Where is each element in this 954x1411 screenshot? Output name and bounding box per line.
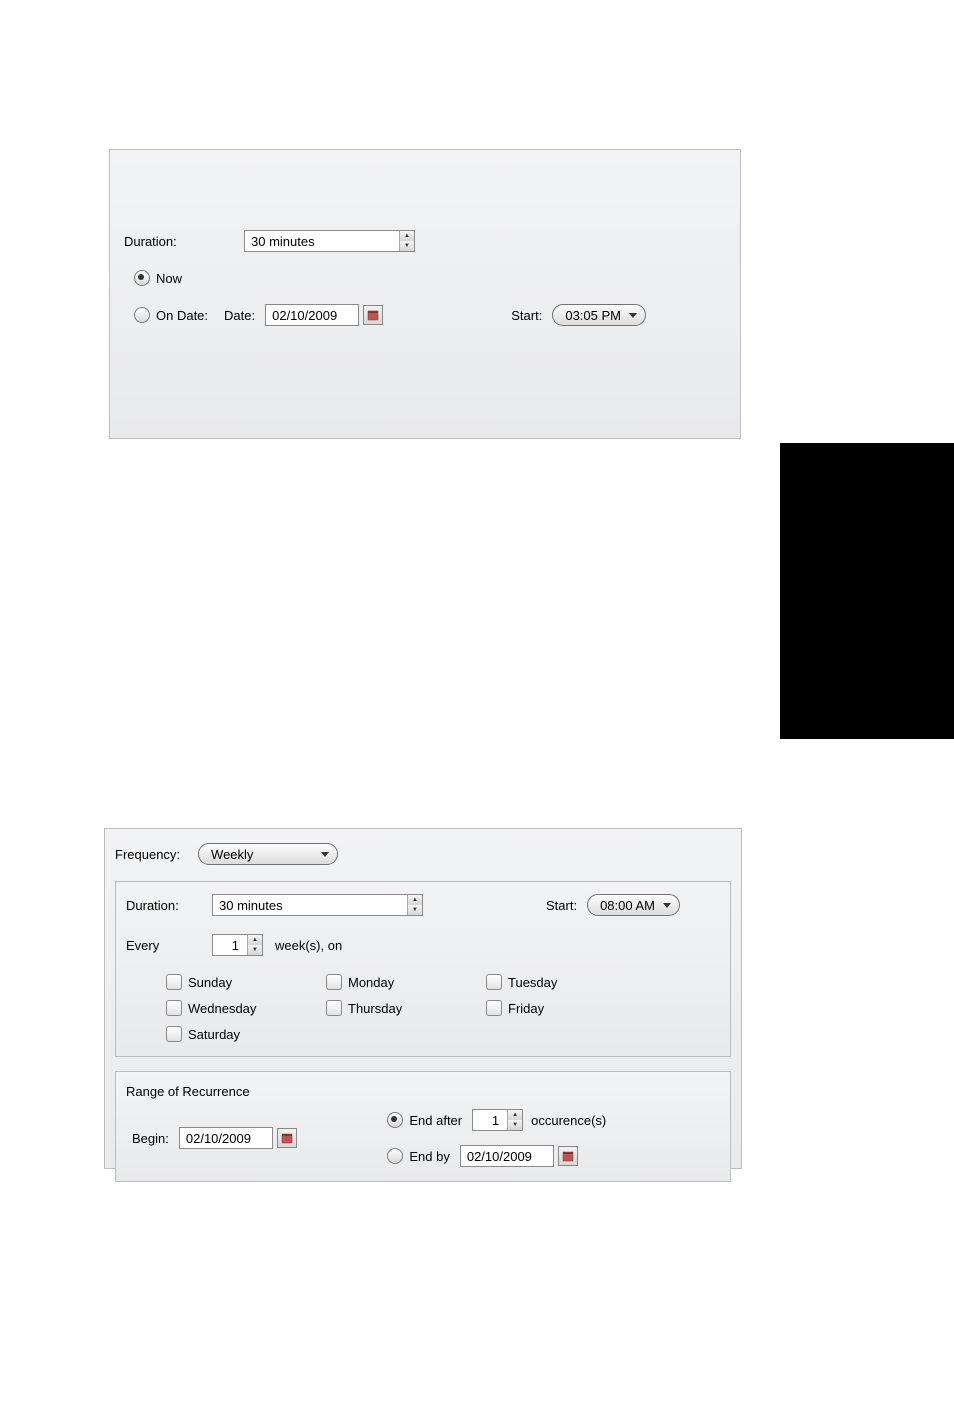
end-by-radio[interactable] [387,1148,403,1164]
now-label: Now [156,271,182,286]
every-label: Every [126,938,202,953]
frequency-value: Weekly [211,847,253,862]
now-radio[interactable] [134,270,150,286]
every-value: 1 [213,935,247,955]
spinner-buttons: ▲ ▼ [247,935,262,955]
checkbox-icon[interactable] [166,1000,182,1016]
start-time-dropdown[interactable]: 08:00 AM [587,894,680,916]
day-label: Saturday [188,1027,240,1042]
spinner-down-icon[interactable]: ▼ [408,905,422,915]
black-region [780,443,954,739]
day-label: Tuesday [508,975,557,990]
chevron-down-icon [663,903,671,908]
end-after-spinner[interactable]: 1 ▲ ▼ [472,1109,523,1131]
end-after-radio[interactable] [387,1112,403,1128]
frequency-label: Frequency: [115,847,180,862]
days-container: Sunday Monday Tuesday Wednesday Thursday… [126,974,720,1042]
begin-label: Begin: [132,1131,169,1146]
start-time-value: 03:05 PM [565,308,621,323]
spinner-down-icon[interactable]: ▼ [508,1120,522,1130]
spinner-buttons: ▲ ▼ [407,895,422,915]
duration-value: 30 minutes [213,895,407,915]
start-label: Start: [546,898,577,913]
checkbox-icon[interactable] [326,1000,342,1016]
day-label: Monday [348,975,394,990]
day-label: Thursday [348,1001,402,1016]
duration-spinner[interactable]: 30 minutes ▲ ▼ [244,230,415,252]
checkbox-icon[interactable] [166,974,182,990]
calendar-icon[interactable] [558,1146,578,1166]
weeks-on-label: week(s), on [275,938,342,953]
weekly-settings-group: Duration: 30 minutes ▲ ▼ Start: 08:00 AM [115,881,731,1057]
begin-date-input[interactable]: 02/10/2009 [179,1127,273,1149]
end-by-date-value: 02/10/2009 [467,1149,532,1164]
day-label: Sunday [188,975,232,990]
begin-date-value: 02/10/2009 [186,1131,251,1146]
spinner-up-icon[interactable]: ▲ [400,231,414,241]
spinner-up-icon[interactable]: ▲ [508,1110,522,1120]
chevron-down-icon [629,313,637,318]
end-by-label: End by [409,1149,449,1164]
spinner-buttons: ▲ ▼ [399,231,414,251]
day-monday[interactable]: Monday [326,974,446,990]
day-thursday[interactable]: Thursday [326,1000,446,1016]
duration-label: Duration: [124,234,234,249]
duration-label: Duration: [126,898,202,913]
calendar-icon[interactable] [277,1128,297,1148]
checkbox-icon[interactable] [326,974,342,990]
on-date-radio[interactable] [134,307,150,323]
one-time-schedule-panel: Duration: 30 minutes ▲ ▼ Now On Date: Da… [109,149,741,439]
day-label: Friday [508,1001,544,1016]
day-saturday[interactable]: Saturday [166,1026,286,1042]
day-sunday[interactable]: Sunday [166,974,286,990]
spinner-up-icon[interactable]: ▲ [408,895,422,905]
end-by-date-input[interactable]: 02/10/2009 [460,1145,554,1167]
date-value: 02/10/2009 [272,308,337,323]
start-label: Start: [511,308,542,323]
checkbox-icon[interactable] [486,974,502,990]
checkbox-icon[interactable] [166,1026,182,1042]
spinner-up-icon[interactable]: ▲ [248,935,262,945]
date-input[interactable]: 02/10/2009 [265,304,359,326]
spinner-down-icon[interactable]: ▼ [400,241,414,251]
checkbox-icon[interactable] [486,1000,502,1016]
recurrence-schedule-panel: Frequency: Weekly Duration: 30 minutes ▲… [104,828,742,1169]
occurrences-label: occurence(s) [531,1113,606,1128]
range-of-recurrence-group: Range of Recurrence Begin: 02/10/2009 En… [115,1071,731,1182]
calendar-icon[interactable] [363,305,383,325]
on-date-label: On Date: [156,308,208,323]
date-label: Date: [224,308,255,323]
day-tuesday[interactable]: Tuesday [486,974,606,990]
range-title: Range of Recurrence [126,1084,720,1099]
spinner-buttons: ▲ ▼ [507,1110,522,1130]
duration-spinner[interactable]: 30 minutes ▲ ▼ [212,894,423,916]
every-spinner[interactable]: 1 ▲ ▼ [212,934,263,956]
chevron-down-icon [321,852,329,857]
spinner-down-icon[interactable]: ▼ [248,945,262,955]
frequency-dropdown[interactable]: Weekly [198,843,338,865]
start-time-dropdown[interactable]: 03:05 PM [552,304,646,326]
day-wednesday[interactable]: Wednesday [166,1000,286,1016]
end-after-value: 1 [473,1110,507,1130]
day-friday[interactable]: Friday [486,1000,606,1016]
duration-value: 30 minutes [245,231,399,251]
end-after-label: End after [409,1113,462,1128]
day-label: Wednesday [188,1001,256,1016]
start-time-value: 08:00 AM [600,898,655,913]
